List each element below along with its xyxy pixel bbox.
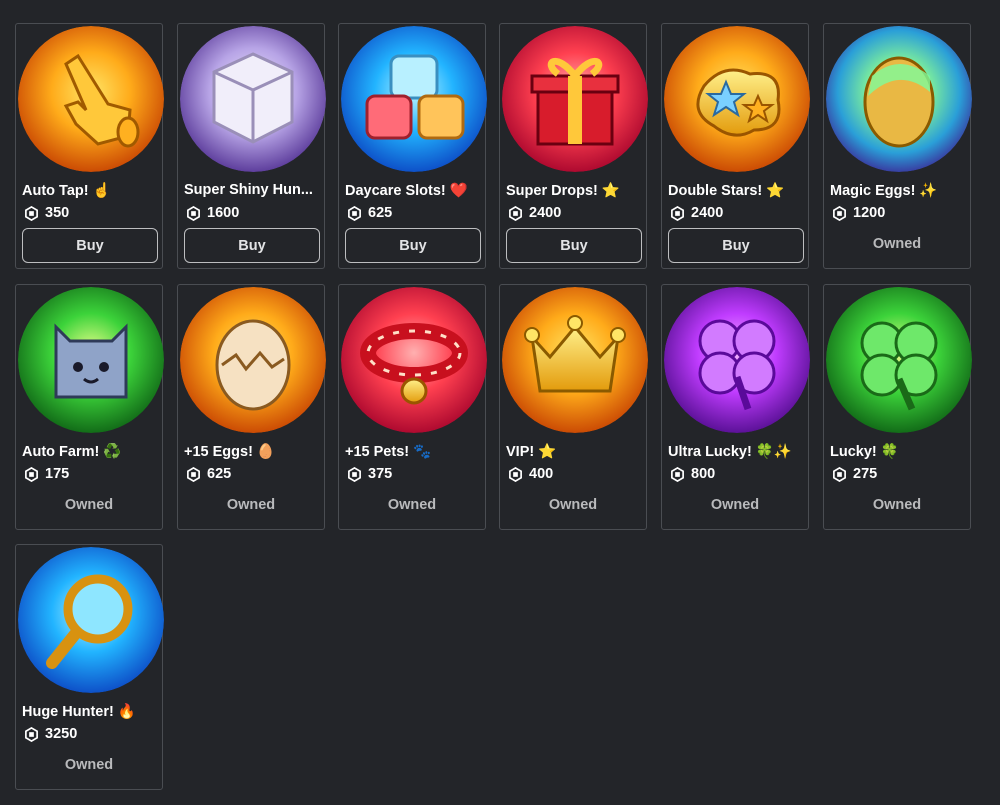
green-clover-icon: [826, 287, 972, 433]
gamepass-name: Ultra Lucky! 🍀✨: [668, 444, 792, 460]
price-value: 2400: [529, 205, 562, 221]
price-value: 175: [45, 466, 70, 482]
robux-icon: [348, 466, 361, 482]
price-value: 625: [207, 466, 232, 482]
double-stars-icon: [664, 26, 810, 172]
price-row: 1200: [832, 205, 885, 221]
price-value: 625: [368, 205, 393, 221]
price-value: 3250: [45, 726, 78, 742]
robux-icon: [671, 205, 684, 221]
price-row: 1600: [186, 205, 239, 221]
price-value: 375: [368, 466, 393, 482]
owned-label: Owned: [548, 497, 598, 513]
price-value: 800: [691, 466, 716, 482]
gamepass-name: Magic Eggs! ✨: [830, 183, 938, 199]
gamepass-card-auto-farm: Auto Farm! ♻️ 175 Owned: [15, 284, 164, 530]
robux-icon: [187, 466, 200, 482]
gamepass-name: Daycare Slots! ❤️: [345, 183, 468, 199]
gamepass-card-daycare-slots: Daycare Slots! ❤️ 625 Buy: [338, 23, 487, 269]
gift-box-icon: [502, 26, 648, 172]
magic-egg-icon: [826, 26, 972, 172]
gamepass-card-magic-eggs: Magic Eggs! ✨ 1200 Owned: [823, 23, 972, 269]
shiny-cube-icon: [180, 26, 326, 172]
tap-hand-icon: [18, 26, 164, 172]
price-row: 350: [24, 205, 69, 221]
vip-crown-icon: [502, 287, 648, 433]
robux-icon: [348, 205, 361, 221]
robux-icon: [833, 205, 846, 221]
owned-label: Owned: [226, 497, 276, 513]
robux-icon: [25, 726, 38, 742]
price-row: 400: [508, 466, 553, 482]
owned-label: Owned: [872, 236, 922, 252]
owned-label: Owned: [64, 757, 114, 773]
buy-button[interactable]: Buy: [506, 228, 642, 263]
gamepass-name: Auto Tap! ☝️: [22, 183, 111, 199]
buy-button[interactable]: Buy: [184, 228, 320, 263]
price-row: 175: [24, 466, 69, 482]
robux-icon: [671, 466, 684, 482]
cracked-egg-icon: [180, 287, 326, 433]
price-row: 625: [186, 466, 231, 482]
gamepass-card-vip: VIP! ⭐ 400 Owned: [499, 284, 648, 530]
gamepass-card-super-drops: Super Drops! ⭐ 2400 Buy: [499, 23, 648, 269]
gamepass-card-super-shiny-hunter: Super Shiny Hun... 1600 Buy: [177, 23, 326, 269]
gamepass-name: +15 Pets! 🐾: [345, 444, 432, 460]
magnifier-icon: [18, 547, 164, 693]
price-value: 1200: [853, 205, 886, 221]
price-value: 1600: [207, 205, 240, 221]
purple-clover-icon: [664, 287, 810, 433]
gamepass-name: Super Drops! ⭐: [506, 183, 620, 199]
price-row: 375: [347, 466, 392, 482]
price-value: 275: [853, 466, 878, 482]
owned-label: Owned: [872, 497, 922, 513]
gamepass-name: Lucky! 🍀: [830, 444, 899, 460]
robux-icon: [833, 466, 846, 482]
robux-icon: [25, 466, 38, 482]
price-row: 800: [670, 466, 715, 482]
daycare-cubes-icon: [341, 26, 487, 172]
gamepass-card-huge-hunter: Huge Hunter! 🔥 3250 Owned: [15, 544, 164, 790]
owned-label: Owned: [710, 497, 760, 513]
gamepass-card-auto-tap: Auto Tap! ☝️ 350 Buy: [15, 23, 164, 269]
gamepass-name: +15 Eggs! 🥚: [184, 444, 275, 460]
owned-label: Owned: [387, 497, 437, 513]
robux-icon: [187, 205, 200, 221]
buy-button[interactable]: Buy: [22, 228, 158, 263]
robux-icon: [509, 205, 522, 221]
gamepass-name: VIP! ⭐: [506, 444, 557, 460]
price-value: 400: [529, 466, 554, 482]
gamepass-name: Double Stars! ⭐: [668, 183, 785, 199]
robux-icon: [509, 466, 522, 482]
price-row: 2400: [670, 205, 723, 221]
gamepass-name: Huge Hunter! 🔥: [22, 704, 136, 720]
cat-pet-icon: [18, 287, 164, 433]
gamepass-grid: Auto Tap! ☝️ 350 Buy Super Shiny Hun... …: [0, 0, 1000, 805]
pet-collar-icon: [341, 287, 487, 433]
gamepass-card-ultra-lucky: Ultra Lucky! 🍀✨ 800 Owned: [661, 284, 810, 530]
price-row: 625: [347, 205, 392, 221]
gamepass-name: Auto Farm! ♻️: [22, 444, 122, 460]
owned-label: Owned: [64, 497, 114, 513]
buy-button[interactable]: Buy: [668, 228, 804, 263]
price-row: 2400: [508, 205, 561, 221]
gamepass-card-double-stars: Double Stars! ⭐ 2400 Buy: [661, 23, 810, 269]
buy-button[interactable]: Buy: [345, 228, 481, 263]
gamepass-card-15-eggs: +15 Eggs! 🥚 625 Owned: [177, 284, 326, 530]
robux-icon: [25, 205, 38, 221]
gamepass-card-lucky: Lucky! 🍀 275 Owned: [823, 284, 972, 530]
gamepass-card-15-pets: +15 Pets! 🐾 375 Owned: [338, 284, 487, 530]
gamepass-name: Super Shiny Hun...: [184, 182, 313, 198]
price-row: 275: [832, 466, 877, 482]
price-value: 2400: [691, 205, 724, 221]
price-value: 350: [45, 205, 70, 221]
price-row: 3250: [24, 726, 77, 742]
